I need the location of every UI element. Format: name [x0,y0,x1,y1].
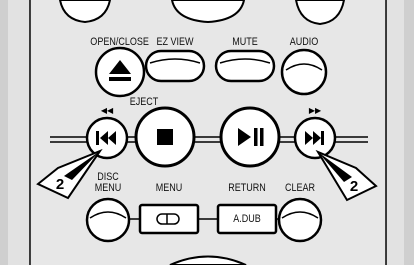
forward-hint-icon: ▶▶ [308,106,322,115]
clear-label: CLEAR [284,182,316,194]
left-rim [8,0,30,265]
remote-control-illustration: OPEN/CLOSE EZ VIEW MUTE AUDIO EJECT ◀◀ ▶… [0,0,414,265]
a-dub-label: A.DUB [233,213,261,225]
ez-view-button [144,49,206,83]
disc-menu-label: MENU [94,182,122,194]
return-label: RETURN [228,182,266,194]
right-frame [404,0,414,265]
callout-left-number: 2 [55,176,65,193]
open-close-label: OPEN/CLOSE [90,36,149,48]
mute-label: MUTE [232,36,258,48]
audio-label: AUDIO [289,36,319,48]
eject-label: EJECT [129,96,159,108]
menu-label: MENU [155,182,183,194]
rewind-hint-icon: ◀◀ [100,106,114,115]
disc-menu-button [85,197,131,243]
remote-body [0,0,414,265]
ez-view-label: EZ VIEW [156,36,194,48]
clear-button [277,197,323,243]
right-rim [386,0,406,265]
callout-right-number: 2 [349,178,359,195]
audio-button [280,48,328,96]
mute-button [214,49,276,83]
